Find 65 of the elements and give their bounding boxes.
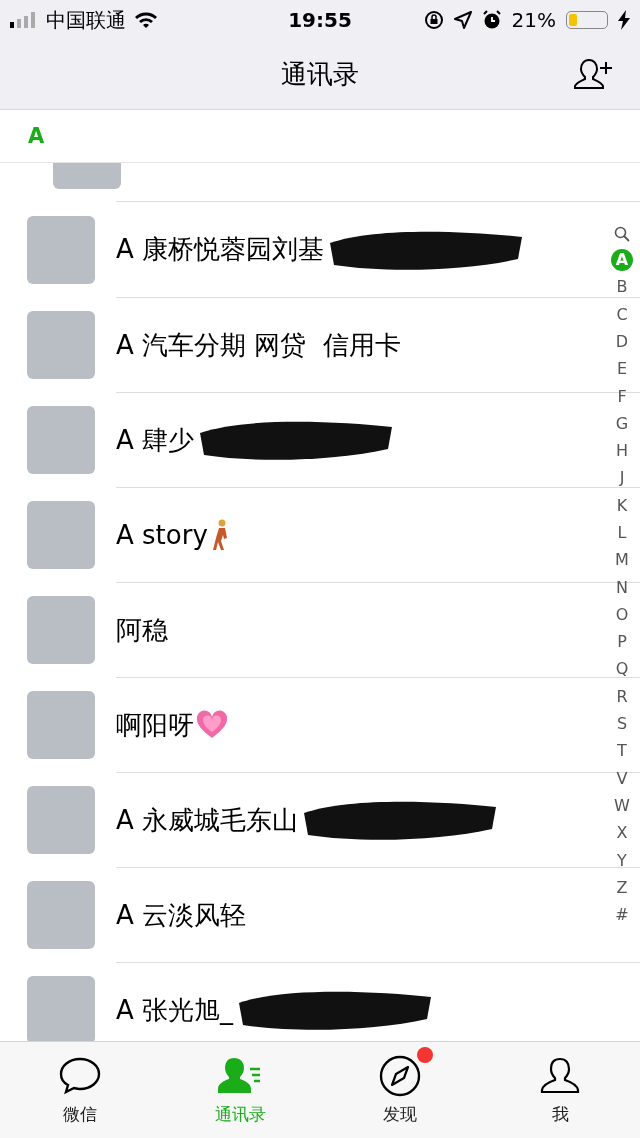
avatar-placeholder [27,500,95,569]
index-letter[interactable]: T [611,737,633,765]
index-letter[interactable]: S [611,709,633,738]
avatar-placeholder [27,215,95,284]
alarm-icon [481,10,502,30]
index-letter[interactable]: P [611,628,633,656]
tab-button[interactable]: 我 [480,1042,640,1138]
avatar-placeholder [27,690,95,759]
tab-button[interactable]: 微信 [0,1042,160,1138]
avatar-placeholder [27,975,95,1041]
avatar-placeholder [27,880,95,949]
search-icon[interactable] [614,226,630,242]
contact-name: 阿稳 [116,613,168,647]
index-letter[interactable]: E [611,355,633,383]
index-letter[interactable]: G [611,409,633,437]
avatar-placeholder [27,785,95,854]
avatar-placeholder [27,595,95,664]
index-letter[interactable]: N [611,573,633,601]
signal-icon [10,12,38,28]
add-contact-button[interactable] [574,56,614,92]
index-letter[interactable]: O [611,600,633,629]
contacts-person-icon [217,1056,263,1095]
index-letter[interactable]: # [611,901,633,929]
battery-percent: 21% [511,8,556,32]
avatar-placeholder [53,163,121,189]
index-letter[interactable]: H [611,436,633,465]
index-letter[interactable]: C [611,300,633,328]
index-letter[interactable]: W [611,791,633,820]
chat-bubble-icon [59,1056,101,1095]
screen-title: 通讯录 [281,58,359,91]
avatar-placeholder [27,310,95,379]
index-letter[interactable]: Z [611,873,633,901]
charging-bolt-icon [618,10,630,30]
wifi-icon [134,11,158,29]
index-letter[interactable]: D [611,327,633,356]
heart-icon [196,710,228,740]
avatar-placeholder [27,405,95,474]
contact-name: A 永威城毛东山 [116,803,299,837]
carrier-name: 中国联通 [46,6,126,34]
compass-icon [379,1054,421,1097]
status-time: 19:55 [288,8,352,32]
index-letter[interactable]: L [611,518,633,547]
index-letter[interactable]: Q [611,655,633,683]
contact-name: A 云淡风轻 [116,898,247,932]
contact-name: A 张光旭_ [116,993,234,1027]
index-letter[interactable]: F [611,382,633,410]
contact-name: A story [116,520,208,550]
index-letter[interactable]: J [611,464,633,492]
index-letter[interactable]: B [611,273,633,301]
index-letter[interactable]: Y [611,846,633,874]
index-letter[interactable]: X [611,819,633,847]
index-letter[interactable]: M [611,546,633,574]
contact-name: A 肆少 [116,423,195,457]
contact-name: A 康桥悦蓉园刘基 [116,233,325,266]
contact-name: 啊阳呀 [116,708,194,742]
index-letter[interactable]: R [611,682,633,710]
contact-name: A 汽车分期 网贷 信用卡 [116,328,401,362]
location-arrow-icon [453,11,472,29]
battery-icon [566,11,608,29]
section-letter: A [28,124,45,148]
index-letter[interactable]: K [611,491,633,519]
rotation-lock-icon [423,10,444,30]
index-letter[interactable]: V [611,764,633,792]
person-icon [540,1056,580,1095]
tab-button[interactable]: 发现 [320,1042,480,1138]
